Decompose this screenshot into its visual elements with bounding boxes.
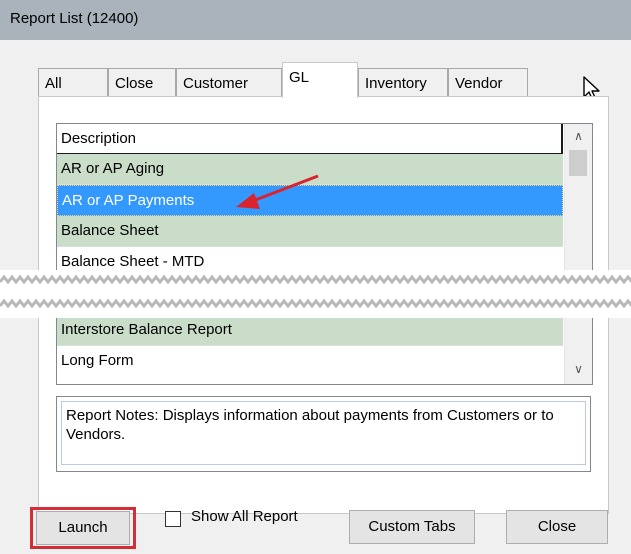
tab-close[interactable]: Close bbox=[108, 68, 176, 98]
list-item[interactable]: Interstore Balance Report bbox=[57, 315, 563, 346]
report-notes-text: Report Notes: Displays information about… bbox=[61, 401, 586, 465]
custom-tabs-button-label: Custom Tabs bbox=[368, 518, 456, 535]
show-all-report-label[interactable]: Show All Report bbox=[191, 508, 298, 525]
tab-gl-label: GL bbox=[289, 69, 310, 86]
close-button-label: Close bbox=[537, 518, 577, 535]
list-item[interactable]: Long Form bbox=[57, 346, 563, 377]
close-button[interactable]: Close bbox=[506, 510, 608, 544]
title-bar: Report List (12400) bbox=[0, 0, 631, 40]
list-item[interactable]: Balance Sheet bbox=[57, 216, 563, 247]
scrollbar-thumb[interactable] bbox=[569, 150, 587, 176]
tab-gl[interactable]: GL bbox=[282, 62, 358, 98]
report-list-window: Report List (12400) All Close Customer G… bbox=[0, 0, 631, 554]
custom-tabs-button[interactable]: Custom Tabs bbox=[349, 510, 475, 544]
window-title: Report List (12400) bbox=[10, 10, 139, 27]
tab-inventory[interactable]: Inventory bbox=[358, 68, 448, 98]
scroll-down-icon[interactable]: ∨ bbox=[565, 357, 592, 381]
launch-button-label: Launch bbox=[58, 519, 108, 536]
tab-vendor-label: Vendor bbox=[455, 75, 503, 92]
tab-customer-label: Customer bbox=[183, 75, 249, 92]
tab-all[interactable]: All bbox=[38, 68, 108, 98]
report-notes-box: Report Notes: Displays information about… bbox=[56, 396, 591, 472]
annotation-arrow-icon bbox=[236, 174, 319, 209]
torn-edge-break bbox=[0, 270, 631, 318]
show-all-report-checkbox[interactable] bbox=[165, 511, 181, 527]
vertical-scrollbar[interactable]: ∧ ∨ bbox=[564, 124, 592, 384]
scroll-up-icon[interactable]: ∧ bbox=[565, 124, 592, 148]
tab-vendor[interactable]: Vendor bbox=[448, 68, 528, 98]
column-header-description[interactable]: Description bbox=[57, 124, 563, 154]
tab-customer[interactable]: Customer bbox=[176, 68, 282, 98]
tab-inventory-label: Inventory bbox=[365, 75, 427, 92]
launch-button[interactable]: Launch bbox=[36, 511, 130, 545]
tab-close-label: Close bbox=[115, 75, 154, 92]
tab-all-label: All bbox=[45, 75, 62, 92]
report-listbox[interactable]: Description AR or AP Aging AR or AP Paym… bbox=[56, 123, 593, 385]
